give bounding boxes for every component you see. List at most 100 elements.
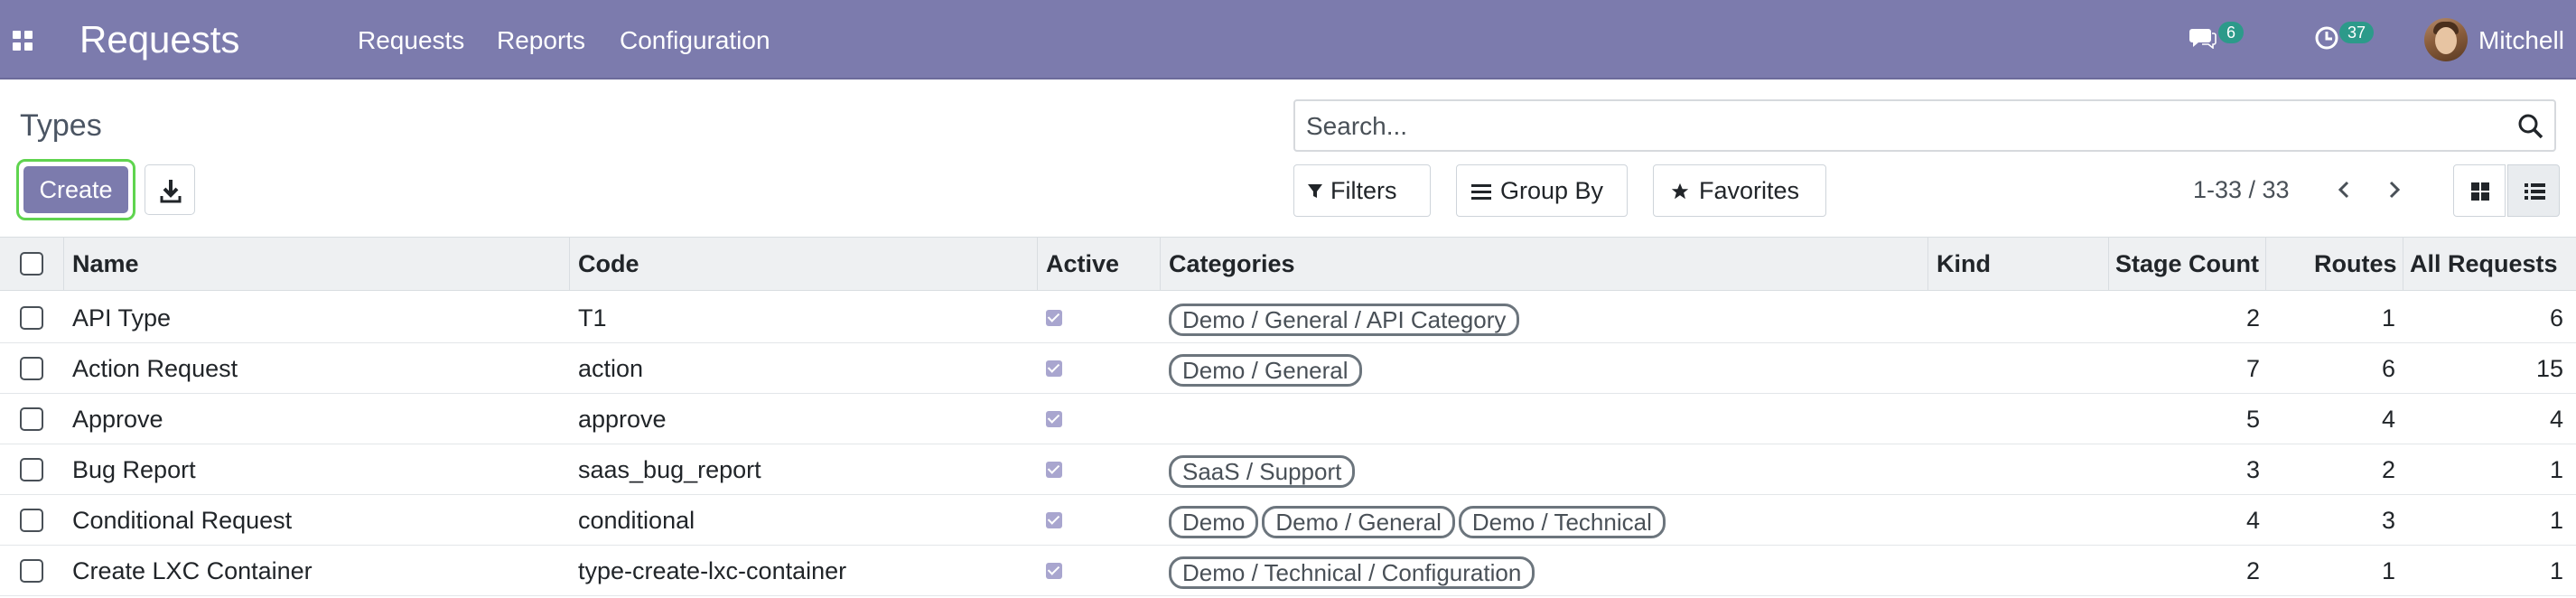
cell-all-requests: 1 — [2549, 456, 2563, 483]
cell-all-requests: 1 — [2549, 507, 2563, 534]
row-checkbox[interactable] — [20, 407, 43, 431]
column-header-routes[interactable]: Routes — [2314, 238, 2397, 290]
create-button[interactable]: Create — [23, 166, 128, 213]
cell-all-requests: 4 — [2549, 406, 2563, 433]
cell-code: saas_bug_report — [578, 456, 761, 483]
pager-next-icon[interactable] — [2383, 179, 2404, 201]
row-checkbox[interactable] — [20, 306, 43, 330]
cell-routes: 4 — [2381, 406, 2395, 433]
cell-code: action — [578, 355, 644, 382]
cell-name: Conditional Request — [72, 507, 293, 534]
row-checkbox[interactable] — [20, 559, 43, 583]
cell-all-requests: 15 — [2535, 355, 2563, 382]
create-button-focus-ring: Create — [16, 159, 135, 220]
cell-name: Bug Report — [72, 456, 196, 483]
cell-categories: Demo / General — [1169, 343, 1366, 394]
page-title: Types — [20, 108, 102, 143]
cell-stage-count: 7 — [2245, 355, 2260, 382]
user-name[interactable]: Mitchell — [2478, 25, 2564, 56]
star-icon — [1671, 182, 1689, 200]
category-tag: Demo / Technical — [1458, 505, 1666, 538]
category-tag: Demo / General / API Category — [1169, 303, 1520, 336]
activities-count-badge: 37 — [2339, 22, 2375, 43]
cell-active-checkbox — [1046, 512, 1062, 528]
column-header-code[interactable]: Code — [578, 238, 639, 290]
table-row[interactable]: Create LXC Container type-create-lxc-con… — [0, 546, 2576, 596]
menu-requests[interactable]: Requests — [358, 25, 464, 56]
cell-stage-count: 3 — [2245, 456, 2260, 483]
category-tag: Demo / Technical / Configuration — [1169, 556, 1535, 589]
column-header-kind[interactable]: Kind — [1937, 238, 1991, 290]
search-bar — [1293, 99, 2556, 152]
cell-routes: 1 — [2381, 557, 2395, 584]
filters-label: Filters — [1330, 177, 1397, 204]
column-header-active[interactable]: Active — [1046, 238, 1119, 290]
cell-name: Create LXC Container — [72, 557, 313, 584]
cell-categories: SaaS / Support — [1169, 444, 1358, 495]
favorites-button[interactable]: Favorites — [1653, 164, 1826, 217]
cell-active-checkbox — [1046, 310, 1062, 326]
cell-categories: Demo / Technical / Configuration — [1169, 546, 1538, 596]
user-avatar[interactable] — [2424, 18, 2468, 61]
pager-previous-icon[interactable] — [2334, 179, 2356, 201]
select-all-checkbox[interactable] — [20, 252, 43, 276]
row-checkbox[interactable] — [20, 357, 43, 380]
table-row[interactable]: API Type T1 Demo / General / API Categor… — [0, 293, 2576, 343]
column-header-categories[interactable]: Categories — [1169, 238, 1295, 290]
cell-stage-count: 4 — [2245, 507, 2260, 534]
favorites-label: Favorites — [1699, 177, 1800, 204]
column-header-name[interactable]: Name — [72, 238, 139, 290]
cell-routes: 1 — [2381, 304, 2395, 332]
cell-name: Action Request — [72, 355, 238, 382]
table-header: Name Code Active Categories Kind Stage C… — [0, 237, 2576, 291]
app-title[interactable]: Requests — [79, 14, 239, 65]
cell-all-requests: 1 — [2549, 557, 2563, 584]
list-icon — [2525, 183, 2545, 200]
category-tag: Demo / General — [1169, 353, 1362, 387]
category-tag: Demo — [1169, 505, 1259, 538]
cell-stage-count: 2 — [2245, 557, 2260, 584]
cell-routes: 2 — [2381, 456, 2395, 483]
table-row[interactable]: Conditional Request conditional Demo Demo… — [0, 495, 2576, 546]
cell-code: conditional — [578, 507, 695, 534]
activity-clock-icon[interactable] — [2314, 25, 2339, 51]
cell-routes: 3 — [2381, 507, 2395, 534]
row-checkbox[interactable] — [20, 458, 43, 481]
download-icon — [160, 180, 182, 203]
list-view-button[interactable] — [2507, 164, 2560, 217]
filters-button[interactable]: Filters — [1293, 164, 1431, 217]
column-header-all-requests[interactable]: All Requests — [2410, 238, 2558, 290]
cell-all-requests: 6 — [2549, 304, 2563, 332]
table-row[interactable]: Action Request action Demo / General 7 6… — [0, 343, 2576, 394]
search-icon[interactable] — [2516, 112, 2545, 141]
cell-name: Approve — [72, 406, 163, 433]
group-by-button[interactable]: Group By — [1456, 164, 1628, 217]
table-row[interactable]: Bug Report saas_bug_report SaaS / Suppor… — [0, 444, 2576, 495]
pager-value[interactable]: 1-33 / 33 — [2193, 173, 2290, 206]
group-by-icon — [1471, 184, 1491, 200]
cell-categories: Demo Demo / General Demo / Technical — [1169, 495, 1669, 546]
cell-stage-count: 5 — [2245, 406, 2260, 433]
column-header-stage-count[interactable]: Stage Count — [2115, 238, 2259, 290]
messages-count-badge: 6 — [2218, 22, 2245, 43]
top-navbar: Requests Requests Reports Configuration … — [0, 0, 2576, 79]
cell-name: API Type — [72, 304, 172, 332]
messages-icon[interactable] — [2189, 27, 2217, 49]
menu-reports[interactable]: Reports — [497, 25, 585, 56]
cell-categories: Demo / General / API Category — [1169, 293, 1523, 343]
cell-code: T1 — [578, 304, 607, 332]
cell-active-checkbox — [1046, 411, 1062, 427]
cell-active-checkbox — [1046, 360, 1062, 377]
cell-active-checkbox — [1046, 563, 1062, 579]
group-by-label: Group By — [1500, 177, 1604, 204]
kanban-view-button[interactable] — [2453, 164, 2506, 217]
row-checkbox[interactable] — [20, 509, 43, 532]
apps-menu-icon[interactable] — [13, 31, 33, 51]
table-row[interactable]: Approve approve 5 4 4 — [0, 394, 2576, 444]
menu-configuration[interactable]: Configuration — [620, 25, 770, 56]
cell-active-checkbox — [1046, 462, 1062, 478]
export-button[interactable] — [145, 164, 195, 215]
kanban-icon — [2471, 182, 2489, 201]
search-input[interactable] — [1306, 108, 2498, 145]
cell-code: approve — [578, 406, 667, 433]
